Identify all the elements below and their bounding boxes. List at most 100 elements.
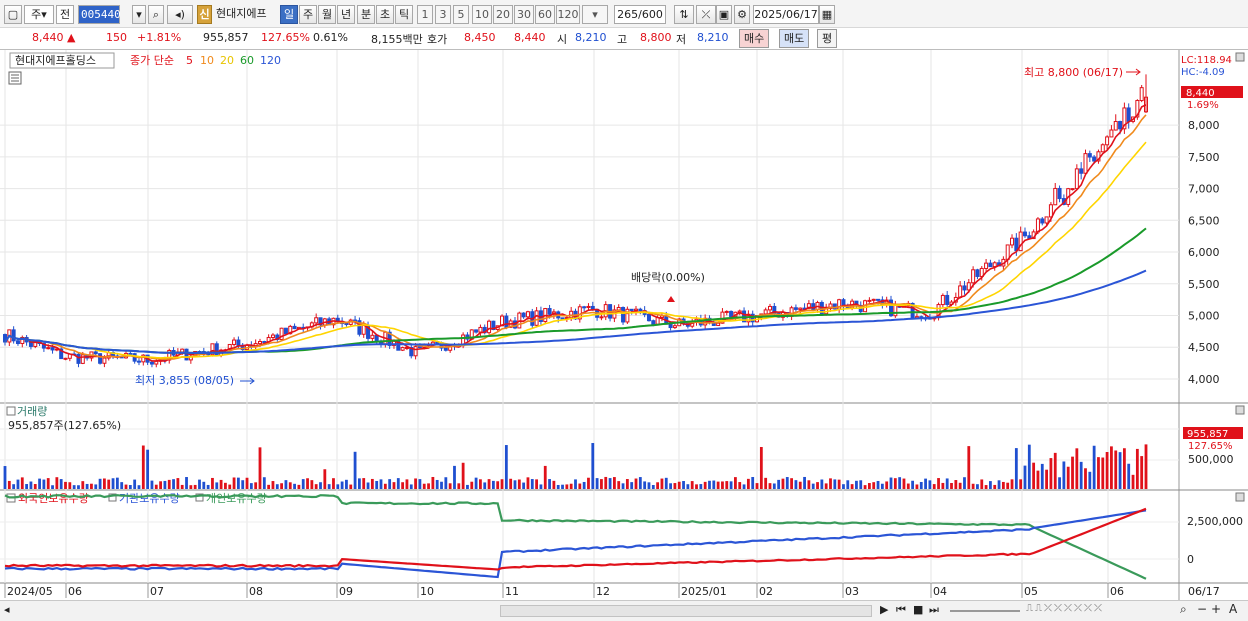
date-input[interactable]: 2025/06/17 bbox=[753, 5, 819, 24]
volume-close-icon[interactable] bbox=[1235, 405, 1245, 415]
volume-bar bbox=[803, 476, 806, 489]
volume-bar bbox=[595, 478, 599, 489]
volume-bar bbox=[915, 484, 919, 489]
candle-body bbox=[1074, 168, 1079, 190]
volume-bar bbox=[738, 482, 742, 489]
x-axis-label: 08 bbox=[249, 585, 263, 598]
ma-title: 종가 단순 bbox=[130, 54, 174, 67]
volume-bar bbox=[314, 484, 318, 489]
volume-bar bbox=[1075, 448, 1079, 489]
interval-10[interactable]: 10 bbox=[472, 5, 492, 24]
volume-bar bbox=[721, 481, 724, 489]
market-type-select[interactable]: 주▾ bbox=[24, 5, 54, 24]
save-icon[interactable]: ▣ bbox=[716, 5, 732, 24]
count-max: /600 bbox=[638, 8, 663, 21]
font-size-icon[interactable]: A bbox=[1229, 602, 1237, 616]
code-dropdown-icon[interactable]: ▾ bbox=[132, 5, 146, 24]
chart-area[interactable]: 현대지에프홀딩스 종가 단순 5 10 20 60 120 LC:118.94 … bbox=[0, 50, 1248, 621]
candle-body bbox=[1092, 156, 1097, 162]
volume-bar bbox=[379, 479, 383, 489]
interval-60[interactable]: 60 bbox=[535, 5, 555, 24]
count-input[interactable]: 265/600 bbox=[614, 5, 666, 24]
interval-custom-select[interactable]: ▾ bbox=[582, 5, 608, 24]
volume-bar bbox=[258, 447, 262, 489]
chart-type-icon[interactable]: ⇅ bbox=[674, 5, 694, 24]
buy-button[interactable]: 매수 bbox=[739, 29, 770, 48]
volume-bar bbox=[634, 478, 638, 489]
volume-bar bbox=[989, 481, 992, 489]
eval-button[interactable]: 평 bbox=[817, 29, 838, 48]
change-amount: 150 bbox=[106, 31, 127, 44]
volume-bar bbox=[180, 484, 184, 489]
stock-chart[interactable]: 현대지에프홀딩스 종가 단순 5 10 20 60 120 LC:118.94 … bbox=[0, 50, 1248, 621]
scroll-track[interactable] bbox=[500, 605, 872, 617]
stock-code-input[interactable]: 005440 bbox=[78, 5, 121, 24]
scroll-left-icon[interactable]: ◂ bbox=[4, 603, 10, 616]
interval-5[interactable]: 5 bbox=[453, 5, 469, 24]
low-price: 8,210 bbox=[697, 31, 729, 44]
volume-bar bbox=[85, 483, 89, 489]
volume-bar bbox=[617, 481, 621, 489]
volume-bar bbox=[370, 478, 374, 489]
period-tick-tab[interactable]: 틱 bbox=[395, 5, 413, 24]
search-icon[interactable]: ⌕ bbox=[148, 5, 164, 24]
candle-body bbox=[871, 298, 876, 301]
window-menu-icon[interactable]: ▢ bbox=[4, 5, 22, 24]
interval-30[interactable]: 30 bbox=[514, 5, 534, 24]
volume-ratio: 127.65% bbox=[261, 31, 310, 44]
period-second-tab[interactable]: 초 bbox=[376, 5, 394, 24]
volume-bar bbox=[967, 446, 971, 489]
drawing-tools-icons[interactable]: ⎍⎍⤫⤫⤫⤫⤫⤫ bbox=[1026, 603, 1104, 614]
market-sub-button[interactable]: 전 bbox=[56, 5, 74, 24]
volume-bar bbox=[924, 478, 927, 489]
volume-bar bbox=[708, 480, 711, 489]
ma-20-label: 20 bbox=[220, 54, 234, 67]
forward-icon[interactable]: ⏭ bbox=[929, 603, 939, 617]
interval-1[interactable]: 1 bbox=[417, 5, 433, 24]
bottom-scrollbar[interactable]: ◂ ▶ ⏮ ■ ⏭ ⎍⎍⤫⤫⤫⤫⤫⤫ ⌕ − + A bbox=[0, 600, 1248, 621]
play-icon[interactable]: ▶ bbox=[880, 603, 888, 616]
sell-button[interactable]: 매도 bbox=[779, 29, 810, 48]
interval-3[interactable]: 3 bbox=[435, 5, 451, 24]
volume-bar bbox=[651, 485, 655, 489]
volume-bar bbox=[643, 481, 647, 489]
period-year-tab[interactable]: 년 bbox=[337, 5, 355, 24]
rewind-icon[interactable]: ⏮ bbox=[896, 603, 906, 617]
speed-slider[interactable] bbox=[950, 610, 1020, 612]
volume-bar bbox=[332, 478, 335, 489]
ma-60-label: 60 bbox=[240, 54, 254, 67]
volume-bar bbox=[7, 480, 11, 489]
interval-120[interactable]: 120 bbox=[556, 5, 580, 24]
volume-bar bbox=[1036, 470, 1040, 489]
draw-tool-icon[interactable]: ⤫ bbox=[696, 5, 716, 24]
period-day-tab[interactable]: 일 bbox=[280, 5, 298, 24]
volume-bar bbox=[777, 479, 781, 489]
calendar-icon[interactable]: ▦ bbox=[819, 5, 835, 24]
volume-bar bbox=[703, 481, 707, 489]
volume-bar bbox=[621, 483, 625, 489]
zoom-in-icon[interactable]: + bbox=[1211, 602, 1221, 616]
period-minute-tab[interactable]: 분 bbox=[357, 5, 375, 24]
volume-bar bbox=[945, 478, 949, 489]
zoom-icon[interactable]: ⌕ bbox=[1180, 602, 1187, 617]
period-week-tab[interactable]: 주 bbox=[299, 5, 317, 24]
panel-close-icon[interactable] bbox=[1235, 52, 1245, 62]
stop-icon[interactable]: ■ bbox=[913, 603, 923, 616]
sound-icon[interactable]: ◂) bbox=[167, 5, 193, 24]
volume-bar bbox=[124, 484, 128, 489]
candle-body bbox=[971, 269, 976, 284]
zoom-out-icon[interactable]: − bbox=[1197, 602, 1207, 616]
candle-body bbox=[547, 308, 552, 315]
volume-menu-icon[interactable] bbox=[6, 406, 16, 416]
gear-icon[interactable]: ⚙ bbox=[734, 5, 750, 24]
volume-bar bbox=[219, 479, 223, 489]
period-month-tab[interactable]: 월 bbox=[318, 5, 336, 24]
interval-20[interactable]: 20 bbox=[493, 5, 513, 24]
holdings-close-icon[interactable] bbox=[1235, 492, 1245, 502]
candle-body bbox=[361, 324, 366, 335]
volume-bar bbox=[211, 477, 214, 489]
volume-bar bbox=[98, 478, 102, 489]
volume-bar bbox=[405, 479, 409, 489]
volume-bar bbox=[746, 478, 750, 489]
candle-body bbox=[1083, 153, 1088, 174]
